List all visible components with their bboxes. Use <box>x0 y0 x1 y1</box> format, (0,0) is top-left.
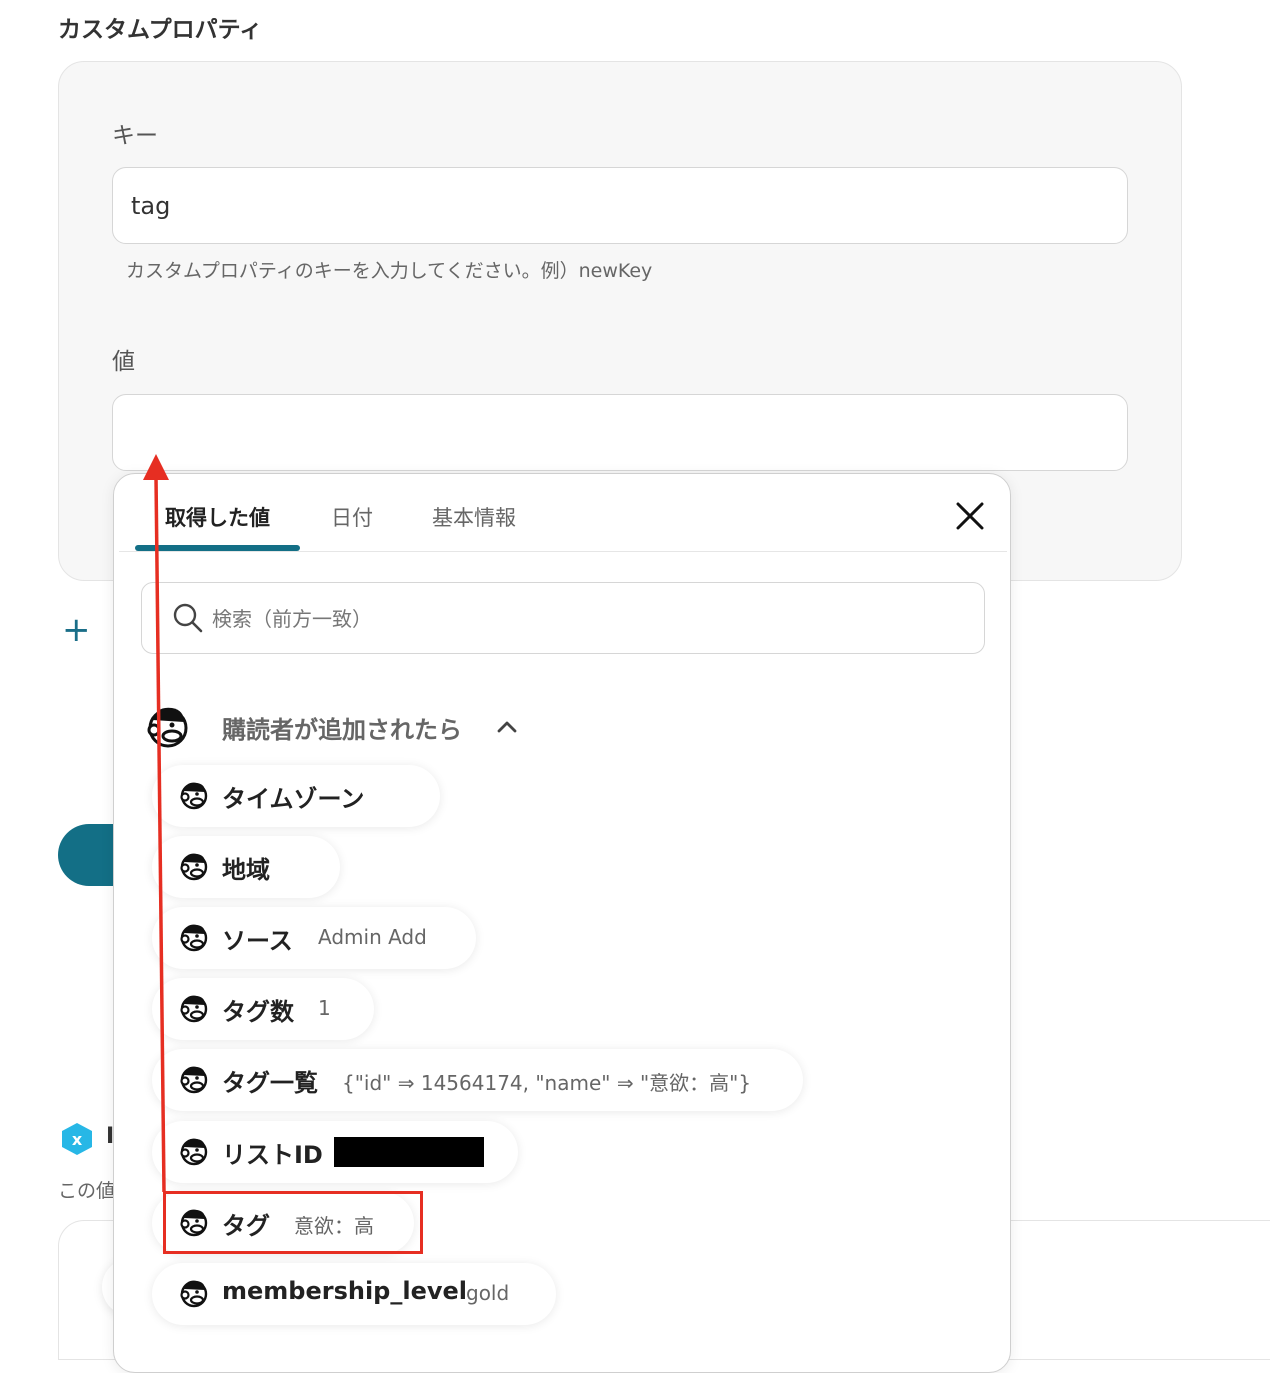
item-value: Admin Add <box>318 925 427 949</box>
item-value: 1 <box>318 996 331 1020</box>
mailchimp-icon <box>180 995 208 1023</box>
list-item-timezone[interactable]: タイムゾーン <box>152 765 440 827</box>
item-name: タグ一覧 <box>222 1069 318 1097</box>
item-name: 地域 <box>222 856 270 884</box>
tab-fetched-values[interactable]: 取得した値 <box>165 502 270 532</box>
group-header[interactable]: 購読者が追加されたら <box>144 702 544 752</box>
list-item-tag-list[interactable]: タグ一覧 {"id" ⇒ 14564174, "name" ⇒ "意欲：高"} <box>152 1049 803 1111</box>
item-value: 意欲：高 <box>294 1214 374 1238</box>
item-name: タイムゾーン <box>222 785 365 813</box>
key-label: キー <box>112 123 158 149</box>
item-name: リストID <box>222 1141 323 1169</box>
key-input[interactable] <box>112 167 1128 244</box>
mailchimp-icon <box>180 853 208 881</box>
tab-date[interactable]: 日付 <box>331 502 373 532</box>
mailchimp-icon <box>147 707 188 748</box>
search-input[interactable] <box>210 597 954 641</box>
mailchimp-icon <box>180 1209 208 1237</box>
list-item-list-id[interactable]: リストID <box>152 1121 518 1183</box>
list-item-region[interactable]: 地域 <box>152 836 340 898</box>
value-label: 値 <box>112 349 135 375</box>
list-item-tag[interactable]: タグ 意欲：高 <box>152 1192 414 1254</box>
description-partial: この値 <box>58 1180 116 1202</box>
chevron-up-icon[interactable] <box>496 716 518 738</box>
mailchimp-icon <box>180 924 208 952</box>
search-icon <box>173 603 203 633</box>
add-property-icon[interactable]: + <box>62 610 91 650</box>
item-value: {"id" ⇒ 14564174, "name" ⇒ "意欲：高"} <box>342 1071 752 1095</box>
item-name: ソース <box>222 927 293 955</box>
item-name: タグ <box>222 1212 270 1240</box>
mailchimp-icon <box>180 1138 208 1166</box>
list-item-source[interactable]: ソース Admin Add <box>152 907 476 969</box>
group-title: 購読者が追加されたら <box>222 716 462 744</box>
list-item-tag-count[interactable]: タグ数 1 <box>152 978 374 1040</box>
redacted-value <box>334 1137 484 1167</box>
item-name: タグ数 <box>222 998 294 1026</box>
mailchimp-icon <box>180 1280 208 1308</box>
value-input[interactable] <box>112 394 1128 471</box>
tab-basic-info[interactable]: 基本情報 <box>432 502 516 532</box>
mailchimp-icon <box>180 782 208 810</box>
close-icon[interactable] <box>952 498 988 534</box>
tab-divider <box>119 551 1007 552</box>
item-name: membership_level <box>222 1277 468 1305</box>
list-item-membership-level[interactable]: membership_level gold <box>152 1263 556 1325</box>
search-box <box>141 582 985 654</box>
mailchimp-icon <box>180 1066 208 1094</box>
item-value: gold <box>466 1281 510 1305</box>
app-logo-icon: x <box>62 1123 92 1155</box>
svg-text:x: x <box>72 1130 83 1149</box>
section-title: カスタムプロパティ <box>58 17 263 43</box>
key-hint: カスタムプロパティのキーを入力してください。例）newKey <box>126 260 653 282</box>
